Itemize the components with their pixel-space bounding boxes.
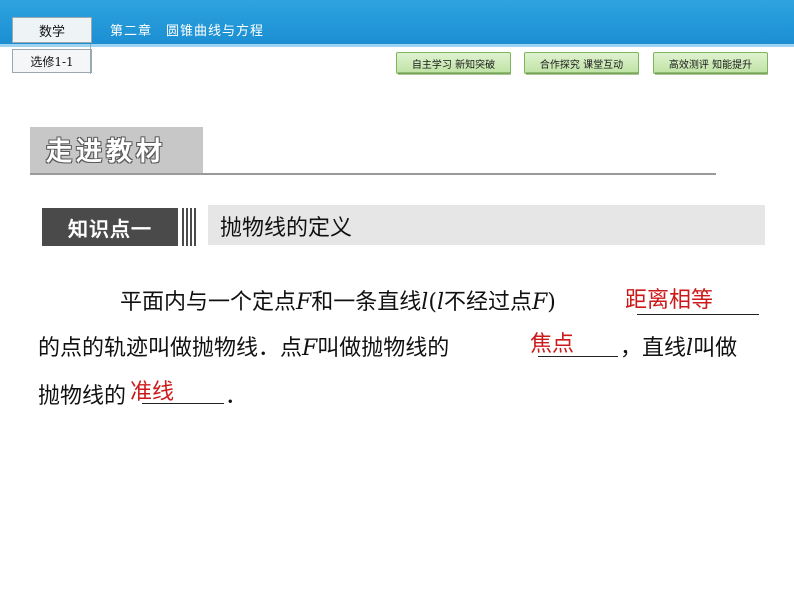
- section-divider: [30, 173, 716, 175]
- text-fragment: ．: [225, 384, 248, 409]
- nav-button-shadow: [655, 72, 768, 75]
- nav-button-cooperative[interactable]: 合作探究 课堂互动: [524, 52, 639, 74]
- banner-divider: [0, 44, 794, 47]
- text-fragment: 叫做抛物线的: [317, 336, 450, 361]
- chapter-title: 第二章 圆锥曲线与方程: [110, 24, 265, 39]
- variable-F: F: [302, 336, 318, 361]
- module-label: 选修1-1: [12, 49, 92, 73]
- definition-line-1: 平面内与一个定点F和一条直线l(l不经过点F): [120, 284, 556, 316]
- nav-button-self-study[interactable]: 自主学习 新知突破: [396, 52, 511, 74]
- variable-l: l: [436, 290, 444, 315]
- answer-3: 准线: [130, 380, 175, 405]
- text-fragment: 叫做: [693, 336, 738, 361]
- definition-line-3-end: ．: [225, 378, 247, 410]
- definition-line-2-end: ，直线l叫做: [620, 330, 737, 362]
- text-fragment: 不经过点: [443, 290, 532, 315]
- variable-F: F: [296, 290, 312, 315]
- definition-line-2: 的点的轨迹叫做抛物线．点F叫做抛物线的: [38, 330, 449, 362]
- section-heading: 走进教材: [46, 137, 167, 167]
- variable-F: F: [532, 290, 548, 315]
- answer-2: 焦点: [530, 332, 575, 357]
- text-fragment: 和一条直线: [311, 290, 422, 315]
- nav-button-assessment[interactable]: 高效测评 知能提升: [653, 52, 768, 74]
- text-fragment: ，直线: [620, 336, 687, 361]
- text-fragment: 抛物线的: [38, 384, 127, 409]
- knowledge-point-title: 抛物线的定义: [220, 216, 353, 241]
- text-fragment: 的点的轨迹叫做抛物线．点: [38, 336, 303, 361]
- variable-l: l: [686, 336, 694, 361]
- answer-blank-1: [637, 314, 759, 315]
- text-fragment: (: [428, 290, 437, 315]
- header-divider: [90, 44, 91, 74]
- answer-1: 距离相等: [625, 288, 714, 313]
- knowledge-point-stripes: [182, 208, 196, 246]
- knowledge-point-tag: 知识点一: [42, 208, 178, 246]
- subject-label: 数学: [12, 17, 92, 43]
- nav-button-shadow: [398, 72, 511, 75]
- text-fragment: ): [547, 290, 556, 315]
- text-fragment: 平面内与一个定点: [120, 290, 297, 315]
- nav-button-shadow: [526, 72, 639, 75]
- definition-line-3: 抛物线的: [38, 378, 126, 410]
